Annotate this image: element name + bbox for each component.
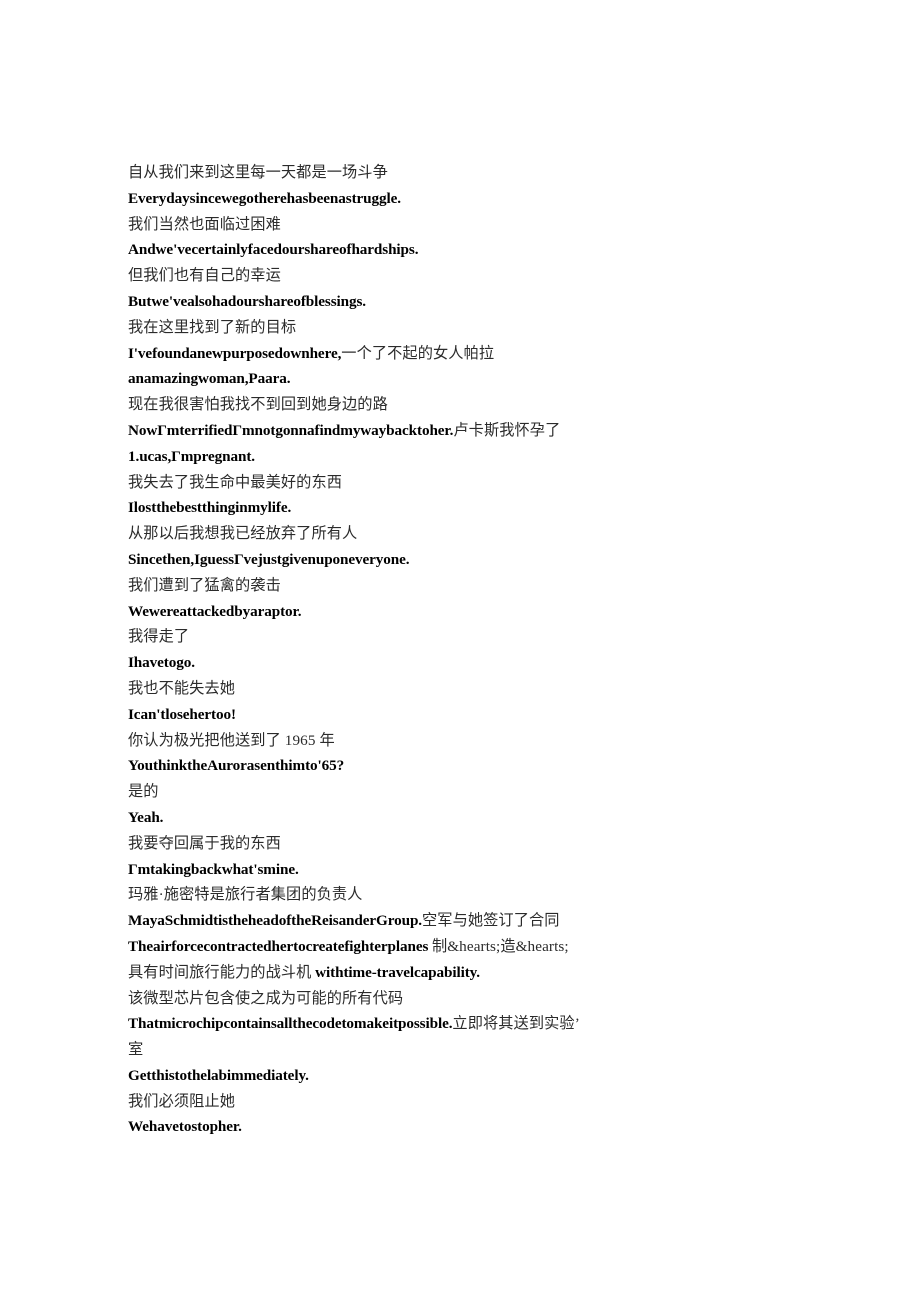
document-page: 自从我们来到这里每一天都是一场斗争 Everydaysincewegothere… <box>0 0 920 1301</box>
cue-source-line: 从那以后我想我已经放弃了所有人 <box>128 525 358 543</box>
subtitle-cue: 是的 Yeah. <box>128 779 580 831</box>
cue-source-line: 我们必须阻止她 <box>128 1092 236 1110</box>
source-run: 卢卡斯我怀孕了 <box>453 421 561 439</box>
cue-target-line: Wewereattackedbyaraptor. <box>128 602 302 620</box>
source-run: 空军与她签订了合同 <box>422 912 560 930</box>
cue-source-line: 但我们也有自己的幸运 <box>128 267 281 285</box>
cue-target-line: Ican'tlosehertoo! <box>128 705 236 723</box>
target-run: I'vefoundanewpurposedownhere, <box>128 344 342 362</box>
subtitle-cue: 我在这里找到了新的目标 I'vefoundanewpurposedownhere… <box>128 315 580 392</box>
subtitle-cue: 我失去了我生命中最美好的东西 Ilostthebestthinginmylife… <box>128 470 580 522</box>
subtitle-cue: 我们遭到了猛禽的袭击 Wewereattackedbyaraptor. <box>128 573 580 625</box>
cue-target-line: Getthistothelabimmediately. <box>128 1066 309 1084</box>
cue-source-line: 我要夺回属于我的东西 <box>128 834 281 852</box>
subtitle-cue: 但我们也有自己的幸运 Butwe'vealsohadourshareofbles… <box>128 263 580 315</box>
target-run: Thatmicrochipcontainsallthecodetomakeitp… <box>128 1015 453 1033</box>
cue-source-line: 我在这里找到了新的目标 <box>128 318 297 336</box>
cue-target-line: Ilostthebestthinginmylife. <box>128 499 292 517</box>
subtitle-cue: 从那以后我想我已经放弃了所有人 Sincethen,IguessΓvejustg… <box>128 521 580 573</box>
cue-target-line: 1.ucas,Γmpregnant. <box>128 447 255 465</box>
cue-source-line: 自从我们来到这里每一天都是一场斗争 <box>128 164 388 181</box>
cue-target-line-mixed: Thatmicrochipcontainsallthecodetomakeitp… <box>128 1011 580 1063</box>
subtitle-cue: 现在我很害怕我找不到回到她身边的路 NowΓmterrifiedΓmnotgon… <box>128 392 580 469</box>
cue-target-line: Ihavetogo. <box>128 654 195 672</box>
cue-target-line-mixed: Theairforcecontractedhertocreatefighterp… <box>128 934 580 986</box>
target-run: NowΓmterrifiedΓmnotgonnafindmywaybacktoh… <box>128 421 454 439</box>
cue-target-line: Sincethen,IguessΓvejustgivenuponeveryone… <box>128 550 410 568</box>
cue-source-line: 现在我很害怕我找不到回到她身边的路 <box>128 396 388 414</box>
source-run: 一个了不起的女人帕拉 <box>341 344 495 362</box>
cue-source-line: 我失去了我生命中最美好的东西 <box>128 473 343 491</box>
target-run: MayaSchmidtistheheadoftheReisanderGroup. <box>128 912 422 930</box>
cue-source-line: 你认为极光把他送到了 1965 年 <box>128 731 335 749</box>
cue-target-line: Yeah. <box>128 808 164 826</box>
cue-target-line: anamazingwoman,Paara. <box>128 370 291 388</box>
cue-target-line-mixed: I'vefoundanewpurposedownhere,一个了不起的女人帕拉 <box>128 341 580 367</box>
subtitle-cue: 自从我们来到这里每一天都是一场斗争 Everydaysincewegothere… <box>128 160 580 212</box>
cue-target-line: Everydaysincewegotherehasbeenastruggle. <box>128 189 401 207</box>
cue-source-line: 我们当然也面临过困难 <box>128 215 281 233</box>
subtitle-cue: 我也不能失去她 Ican'tlosehertoo! <box>128 676 580 728</box>
cue-target-line: Γmtakingbackwhat'smine. <box>128 860 299 878</box>
subtitle-transcript: 自从我们来到这里每一天都是一场斗争 Everydaysincewegothere… <box>128 160 580 1140</box>
subtitle-cue: 玛雅·施密特是旅行者集团的负责人 MayaSchmidtistheheadoft… <box>128 882 580 985</box>
cue-target-line: YouthinktheAurorasenthimto'65? <box>128 757 345 775</box>
target-run: withtime-travelcapability. <box>311 963 481 981</box>
subtitle-cue: 我们当然也面临过困难 Andwe'vecertainlyfacedourshar… <box>128 212 580 264</box>
cue-target-line: Wehavetostopher. <box>128 1118 242 1136</box>
cue-source-line: 我得走了 <box>128 628 190 646</box>
cue-source-line: 该微型芯片包含使之成为可能的所有代码 <box>128 989 404 1007</box>
cue-target-line-mixed: MayaSchmidtistheheadoftheReisanderGroup.… <box>128 908 580 934</box>
cue-source-line: 我们遭到了猛禽的袭击 <box>128 576 281 594</box>
cue-target-line: Andwe'vecertainlyfacedourshareofhardship… <box>128 241 419 259</box>
subtitle-cue: 你认为极光把他送到了 1965 年 YouthinktheAurorasenth… <box>128 728 580 780</box>
target-run: Theairforcecontractedhertocreatefighterp… <box>128 937 432 955</box>
cue-source-line: 是的 <box>128 783 159 801</box>
subtitle-cue: 我要夺回属于我的东西 Γmtakingbackwhat'smine. <box>128 831 580 883</box>
cue-target-line: Butwe'vealsohadourshareofblessings. <box>128 292 366 310</box>
subtitle-cue: 我们必须阻止她 Wehavetostopher. <box>128 1089 580 1141</box>
cue-source-line: 我也不能失去她 <box>128 679 236 697</box>
cue-target-line-mixed: NowΓmterrifiedΓmnotgonnafindmywaybacktoh… <box>128 418 580 444</box>
cue-source-line: 玛雅·施密特是旅行者集团的负责人 <box>128 886 363 904</box>
subtitle-cue: 该微型芯片包含使之成为可能的所有代码 Thatmicrochipcontains… <box>128 986 580 1089</box>
subtitle-cue: 我得走了 Ihavetogo. <box>128 624 580 676</box>
